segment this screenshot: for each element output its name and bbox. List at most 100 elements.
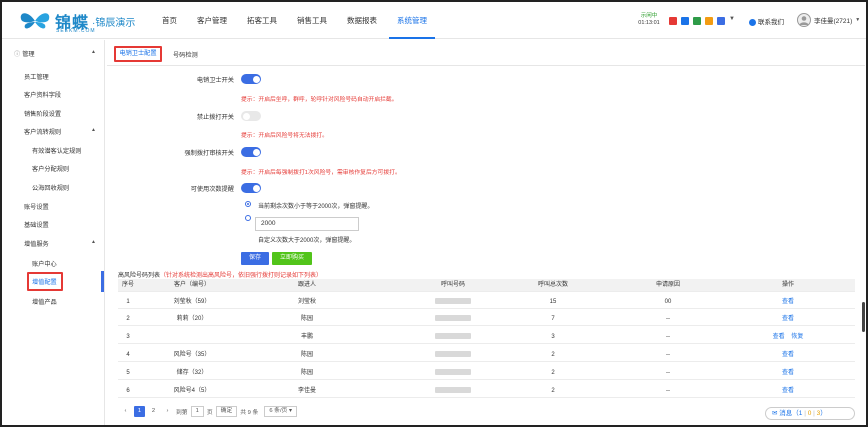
prev-page-icon[interactable]: ‹ — [120, 406, 131, 417]
goto-label: 到第 — [176, 409, 188, 416]
guard-switch-hint: 提示：开启后坐呼，群呼，轮呼针对风险号码自动开启拦截。 — [241, 97, 398, 103]
force-review-label: 强制拨打审核开关 — [184, 150, 235, 157]
goto-confirm-button[interactable]: 确定 — [215, 405, 238, 417]
sidebar-item-basic-settings[interactable]: 基础设置 — [2, 220, 104, 229]
sidebar-item-transfer-rules[interactable]: 客户流转规则 ▲ — [2, 127, 104, 136]
scrollbar-thumb[interactable] — [862, 302, 865, 332]
avatar — [797, 13, 811, 27]
page-unit: 页 — [206, 409, 213, 416]
sidebar-item-sales-stage[interactable]: 销售阶段设置 — [2, 109, 104, 118]
chevron-up-icon: ▲ — [91, 127, 96, 133]
chevron-up-icon: ▲ — [91, 239, 96, 245]
page-2[interactable]: 2 — [148, 406, 159, 417]
reminder-custom-text: 自定义次数大于2000次，弹窗提醒。 — [258, 238, 356, 244]
sidebar-item-recycle-rules[interactable]: 公海回收规则 — [2, 183, 104, 192]
nav-prospecting[interactable]: 拓客工具 — [239, 2, 285, 39]
buy-now-button[interactable]: 立即购买 — [272, 252, 312, 265]
nav-home[interactable]: 首页 — [154, 2, 185, 39]
table-row: 1 刘莹秋（59） 刘莹秋 15 00 查看 — [118, 296, 855, 309]
main-nav: 首页 客户管理 拓客工具 销售工具 数据报表 系统管理 — [154, 2, 439, 39]
col-header-customer: 客户（编号） — [173, 282, 210, 288]
app-icon-orange[interactable] — [705, 17, 713, 25]
block-call-hint: 提示：开启后风险号将无法拨打。 — [241, 133, 328, 139]
table-row: 6 风险号4（5） 李佳曼 2 -- 查看 — [118, 385, 855, 398]
call-timer: 01:13:01 — [638, 20, 660, 26]
app-icon-green[interactable] — [693, 17, 701, 25]
view-link[interactable]: 查看 — [773, 334, 785, 340]
chevron-down-icon[interactable]: ▼ — [729, 16, 735, 22]
sidebar-item-assign-rules[interactable]: 客户分配规则 — [2, 164, 104, 173]
tab-guard-config[interactable]: 电销卫士配置 — [114, 46, 162, 62]
sidebar-item-valid-lead-rules[interactable]: 有效潜客认定规则 — [2, 146, 104, 155]
nav-reports[interactable]: 数据报表 — [339, 2, 385, 39]
call-status[interactable]: 示闲中 01:13:01 — [634, 13, 664, 27]
risk-list-title: 高风险号码列表（针对系统检测出高风险号，依旧强行拨打则记录如下列表） — [118, 273, 323, 279]
message-icon: ✉ — [772, 410, 778, 417]
force-review-hint: 提示：开启后每强制拨打1次风险号，需审核作复后方可拨打。 — [241, 170, 401, 176]
call-status-label: 示闲中 — [640, 13, 658, 19]
app-icon-red[interactable] — [669, 17, 677, 25]
app-icon-indigo[interactable] — [717, 17, 725, 25]
tab-bar: 电销卫士配置 号码检测 — [107, 40, 865, 66]
goto-page-input[interactable]: 1 — [190, 405, 204, 417]
col-header-number: 呼叫号码 — [440, 282, 465, 288]
block-call-switch[interactable] — [241, 111, 261, 121]
sidebar-item-staff[interactable]: 员工管理 — [2, 72, 104, 81]
logo[interactable]: 锦蝶 ·锦辰演示 SEEKM.COM — [18, 8, 135, 34]
nav-system[interactable]: 系统管理 — [389, 2, 435, 39]
restore-link[interactable]: 恢复 — [791, 334, 803, 340]
reminder-count-input[interactable]: 2000 — [255, 217, 359, 231]
col-header-owner: 跟进人 — [297, 282, 316, 288]
app-icon-blue[interactable] — [681, 17, 689, 25]
brand-subtitle: ·锦辰演示 — [92, 17, 136, 29]
next-page-icon[interactable]: › — [162, 406, 173, 417]
top-bar: 锦蝶 ·锦辰演示 SEEKM.COM 首页 客户管理 拓客工具 销售工具 数据报… — [2, 2, 866, 39]
reminder-custom-radio[interactable] — [245, 215, 251, 221]
reminder-default-text: 当前剩余次数小于等于2000次，弹窗提醒。 — [258, 204, 374, 210]
pagination: ‹ 1 2 › 到第 1 页 确定 共 9 条 6 条/页 ▾ — [120, 405, 300, 417]
masked-number — [408, 313, 498, 326]
nav-sales-tools[interactable]: 销售工具 — [289, 2, 335, 39]
view-link[interactable]: 查看 — [753, 349, 823, 362]
usage-reminder-label: 可使用次数提醒 — [190, 186, 234, 193]
sidebar-item-value-config[interactable]: 增值配置 — [2, 277, 104, 286]
save-button[interactable]: 保存 — [241, 252, 269, 265]
page-1[interactable]: 1 — [134, 405, 145, 417]
sidebar-item-account-settings[interactable]: 账号设置 — [2, 202, 104, 211]
view-link[interactable]: 查看 — [753, 367, 823, 380]
page-size-select[interactable]: 6 条/页 ▾ — [264, 405, 297, 417]
message-counter[interactable]: ✉ 消息（1 | 0 | 3） — [765, 407, 855, 420]
masked-number — [408, 331, 498, 344]
table-row: 4 风险号（35） 陈园 2 -- 查看 — [118, 349, 855, 362]
chevron-up-icon: ▲ — [91, 49, 96, 55]
col-header-call-count: 呼叫总次数 — [537, 282, 568, 288]
sidebar-section-manage[interactable]: ⓘ 管理 ▲ — [2, 49, 104, 58]
nav-customers[interactable]: 客户管理 — [189, 2, 235, 39]
user-menu[interactable]: 李佳曼(2721) ▼ — [797, 13, 860, 27]
butterfly-logo-icon — [18, 10, 52, 32]
masked-number — [408, 349, 498, 362]
chevron-down-icon: ▼ — [855, 17, 861, 23]
app-window: 锦蝶 ·锦辰演示 SEEKM.COM 首页 客户管理 拓客工具 销售工具 数据报… — [0, 0, 868, 427]
table-row: 5 储存（32） 陈园 2 -- 查看 — [118, 367, 855, 380]
guard-switch[interactable] — [241, 74, 261, 84]
sidebar: ⓘ 管理 ▲ 员工管理 客户资料字段 销售阶段设置 客户流转规则 ▲ 有效潜客认定规则… — [2, 40, 105, 425]
sidebar-item-customer-fields[interactable]: 客户资料字段 — [2, 90, 104, 99]
tab-number-check[interactable]: 号码检测 — [173, 50, 198, 59]
col-header-reason: 申请原因 — [655, 282, 680, 288]
view-link[interactable]: 查看 — [753, 313, 823, 326]
col-header-actions: 操作 — [781, 282, 794, 288]
sidebar-item-value-added[interactable]: 增值服务 ▲ — [2, 239, 104, 248]
sidebar-item-account-center[interactable]: 账户中心 — [2, 259, 104, 268]
sidebar-item-value-products[interactable]: 增值产品 — [2, 297, 104, 306]
force-review-switch[interactable] — [241, 147, 261, 157]
reminder-default-radio[interactable] — [245, 201, 251, 207]
usage-reminder-switch[interactable] — [241, 183, 261, 193]
guard-switch-label: 电销卫士开关 — [196, 77, 234, 84]
masked-number — [408, 367, 498, 380]
contact-us-link[interactable]: 联系我们 — [749, 16, 784, 26]
chevron-down-icon: ▾ — [288, 407, 292, 414]
masked-number — [408, 296, 498, 309]
view-link[interactable]: 查看 — [753, 296, 823, 309]
view-link[interactable]: 查看 — [753, 385, 823, 398]
